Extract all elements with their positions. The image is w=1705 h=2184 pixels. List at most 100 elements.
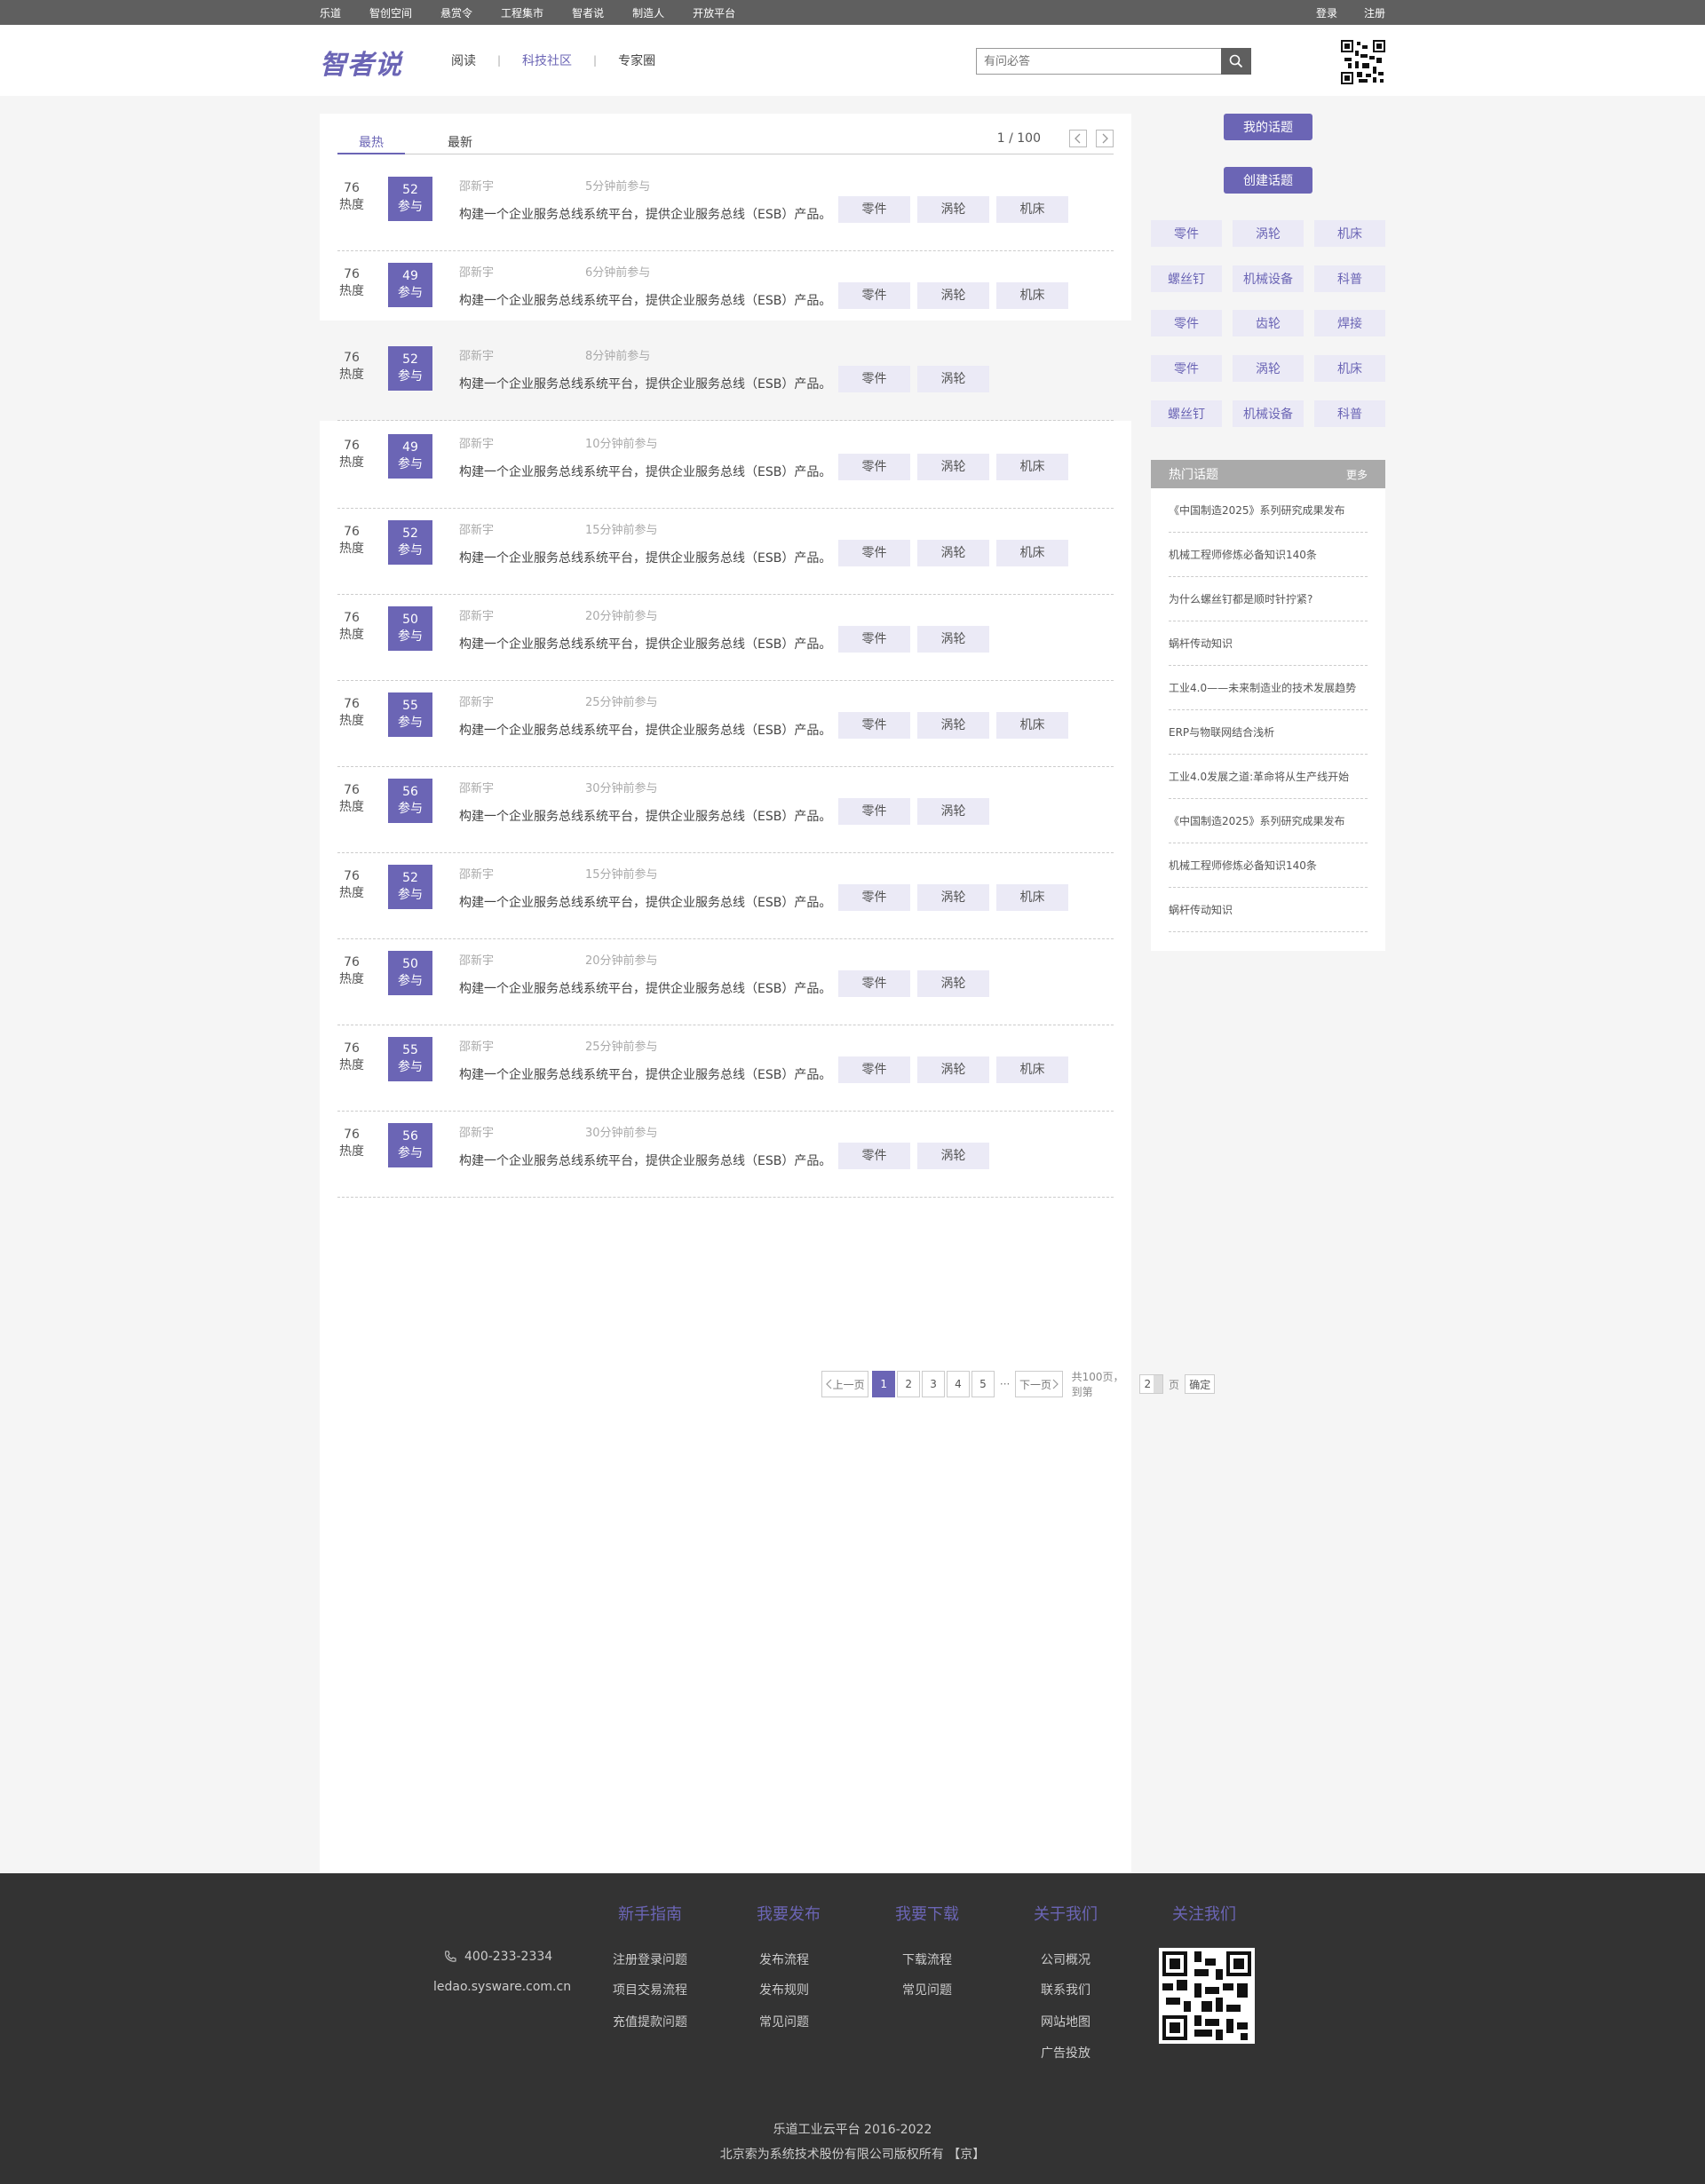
topic-tag[interactable]: 涡轮	[917, 712, 989, 739]
nav-item-tech-community[interactable]: 科技社区	[522, 51, 572, 69]
topic-tag[interactable]: 零件	[838, 970, 910, 997]
topic-tag[interactable]: 涡轮	[917, 970, 989, 997]
site-logo[interactable]: 智者说	[320, 43, 402, 82]
hot-topic-item[interactable]: 工业4.0发展之道:革命将从生产线开始	[1169, 755, 1368, 799]
top-link-zhizheshuo[interactable]: 智者说	[572, 5, 604, 20]
topic-tag[interactable]: 机床	[996, 1056, 1068, 1083]
footer-link[interactable]: 常见问题	[878, 1981, 976, 1998]
footer-site-url[interactable]: ledao.sysware.com.cn	[433, 1980, 571, 1994]
hot-topic-item[interactable]: 为什么螺丝钉都是顺时针拧紧?	[1169, 577, 1368, 621]
topic-tag[interactable]: 零件	[838, 540, 910, 566]
pagination-prev-button[interactable]: 上一页	[821, 1371, 869, 1397]
topic-description[interactable]: 构建一个企业服务总线系统平台，提供企业服务总线（ESB）产品。	[459, 1151, 831, 1169]
topic-author[interactable]: 邵新宇	[459, 177, 494, 194]
topic-author[interactable]: 邵新宇	[459, 520, 494, 537]
page-number-1[interactable]: 1	[872, 1371, 896, 1397]
topic-description[interactable]: 构建一个企业服务总线系统平台，提供企业服务总线（ESB）产品。	[459, 893, 831, 911]
topic-tag[interactable]: 零件	[838, 626, 910, 653]
topic-description[interactable]: 构建一个企业服务总线系统平台，提供企业服务总线（ESB）产品。	[459, 721, 831, 739]
page-jump-input[interactable]: 2	[1139, 1374, 1163, 1394]
topic-tag[interactable]: 涡轮	[917, 798, 989, 825]
prev-page-button[interactable]	[1069, 130, 1087, 147]
tab-hot[interactable]: 最热	[359, 133, 384, 151]
topic-tag[interactable]: 零件	[838, 282, 910, 309]
topic-tag[interactable]: 机床	[996, 712, 1068, 739]
topic-tag[interactable]: 零件	[838, 1056, 910, 1083]
topic-tag[interactable]: 机床	[996, 884, 1068, 911]
hot-topic-item[interactable]: 《中国制造2025》系列研究成果发布	[1169, 799, 1368, 843]
topic-tag[interactable]: 零件	[838, 884, 910, 911]
topic-tag[interactable]: 涡轮	[917, 884, 989, 911]
page-jump-confirm-button[interactable]: 确定	[1184, 1374, 1216, 1394]
search-input[interactable]	[977, 49, 1217, 74]
topic-author[interactable]: 邵新宇	[459, 692, 494, 709]
topic-author[interactable]: 邵新宇	[459, 1123, 494, 1140]
footer-link[interactable]: 网站地图	[1017, 2013, 1114, 2030]
topic-tag[interactable]: 零件	[838, 196, 910, 223]
tag-cloud-item[interactable]: 零件	[1151, 355, 1222, 382]
tag-cloud-item[interactable]: 机床	[1314, 220, 1385, 247]
footer-link[interactable]: 项目交易流程	[601, 1981, 699, 1998]
footer-link[interactable]: 公司概况	[1017, 1951, 1114, 1968]
topic-tag[interactable]: 涡轮	[917, 1056, 989, 1083]
topic-tag[interactable]: 涡轮	[917, 540, 989, 566]
top-link-ledao[interactable]: 乐道	[320, 5, 341, 20]
topic-tag[interactable]: 涡轮	[917, 366, 989, 392]
topic-row[interactable]: 76 热度 50 参与 邵新宇 20分钟前参与 构建一个企业服务总线系统平台，提供企…	[320, 940, 1131, 1025]
hot-topic-item[interactable]: 蜗杆传动知识	[1169, 621, 1368, 666]
tag-cloud-item[interactable]: 科普	[1314, 400, 1385, 427]
topic-tag[interactable]: 零件	[838, 798, 910, 825]
top-link-open-platform[interactable]: 开放平台	[693, 5, 735, 20]
hot-topic-item[interactable]: 蜗杆传动知识	[1169, 888, 1368, 932]
footer-link[interactable]: 下载流程	[878, 1951, 976, 1968]
topic-description[interactable]: 构建一个企业服务总线系统平台，提供企业服务总线（ESB）产品。	[459, 1065, 831, 1083]
tag-cloud-item[interactable]: 科普	[1314, 265, 1385, 292]
topic-description[interactable]: 构建一个企业服务总线系统平台，提供企业服务总线（ESB）产品。	[459, 549, 831, 566]
footer-link[interactable]: 发布规则	[735, 1981, 833, 1998]
topic-description[interactable]: 构建一个企业服务总线系统平台，提供企业服务总线（ESB）产品。	[459, 979, 831, 997]
topic-author[interactable]: 邵新宇	[459, 865, 494, 882]
tag-cloud-item[interactable]: 零件	[1151, 220, 1222, 247]
login-link[interactable]: 登录	[1316, 5, 1337, 20]
topic-tag[interactable]: 涡轮	[917, 282, 989, 309]
tag-cloud-item[interactable]: 零件	[1151, 310, 1222, 336]
top-link-gongcheng[interactable]: 工程集市	[501, 5, 543, 20]
topic-row[interactable]: 76 热度 52 参与 邵新宇 15分钟前参与 构建一个企业服务总线系统平台，提供企…	[320, 854, 1131, 939]
topic-tag[interactable]: 涡轮	[917, 1143, 989, 1169]
topic-description[interactable]: 构建一个企业服务总线系统平台，提供企业服务总线（ESB）产品。	[459, 375, 831, 392]
hot-topic-item[interactable]: 《中国制造2025》系列研究成果发布	[1169, 488, 1368, 533]
topic-author[interactable]: 邵新宇	[459, 346, 494, 363]
page-number-4[interactable]: 4	[947, 1371, 970, 1397]
tag-cloud-item[interactable]: 机床	[1314, 355, 1385, 382]
page-number-5[interactable]: 5	[971, 1371, 995, 1397]
tag-cloud-item[interactable]: 螺丝钉	[1151, 400, 1222, 427]
topic-row[interactable]: 76 热度 52 参与 邵新宇 15分钟前参与 构建一个企业服务总线系统平台，提供企…	[320, 510, 1131, 595]
nav-item-expert-circle[interactable]: 专家圈	[618, 51, 655, 69]
page-number-2[interactable]: 2	[897, 1371, 921, 1397]
topic-row-hovered[interactable]: 76 热度 52 参与 邵新宇 8分钟前参与 构建一个企业服务总线系统平台，提供企业…	[320, 320, 1131, 421]
topic-description[interactable]: 构建一个企业服务总线系统平台，提供企业服务总线（ESB）产品。	[459, 635, 831, 653]
tag-cloud-item[interactable]: 齿轮	[1233, 310, 1304, 336]
page-number-3[interactable]: 3	[922, 1371, 946, 1397]
hot-topic-item[interactable]: 机械工程师修炼必备知识140条	[1169, 533, 1368, 577]
topic-description[interactable]: 构建一个企业服务总线系统平台，提供企业服务总线（ESB）产品。	[459, 291, 831, 309]
topic-tag[interactable]: 零件	[838, 712, 910, 739]
topic-row[interactable]: 76 热度 56 参与 邵新宇 30分钟前参与 构建一个企业服务总线系统平台，提供企…	[320, 768, 1131, 853]
top-link-zhichuang[interactable]: 智创空间	[369, 5, 412, 20]
topic-row[interactable]: 76 热度 52 参与 邵新宇 5分钟前参与 构建一个企业服务总线系统平台，提供企业…	[320, 166, 1131, 251]
topic-tag[interactable]: 机床	[996, 196, 1068, 223]
tag-cloud-item[interactable]: 机械设备	[1233, 265, 1304, 292]
topic-row[interactable]: 76 热度 49 参与 邵新宇 10分钟前参与 构建一个企业服务总线系统平台，提供企…	[320, 423, 1131, 509]
topic-tag[interactable]: 零件	[838, 454, 910, 480]
hot-topics-more-link[interactable]: 更多	[1346, 467, 1368, 482]
topic-author[interactable]: 邵新宇	[459, 779, 494, 795]
footer-link[interactable]: 发布流程	[735, 1951, 833, 1968]
topic-author[interactable]: 邵新宇	[459, 951, 494, 968]
topic-tag[interactable]: 涡轮	[917, 626, 989, 653]
topic-author[interactable]: 邵新宇	[459, 1037, 494, 1054]
hot-topic-item[interactable]: 机械工程师修炼必备知识140条	[1169, 843, 1368, 888]
tag-cloud-item[interactable]: 螺丝钉	[1151, 265, 1222, 292]
next-page-button[interactable]	[1096, 130, 1114, 147]
footer-link[interactable]: 常见问题	[735, 2013, 833, 2030]
topic-tag[interactable]: 零件	[838, 1143, 910, 1169]
